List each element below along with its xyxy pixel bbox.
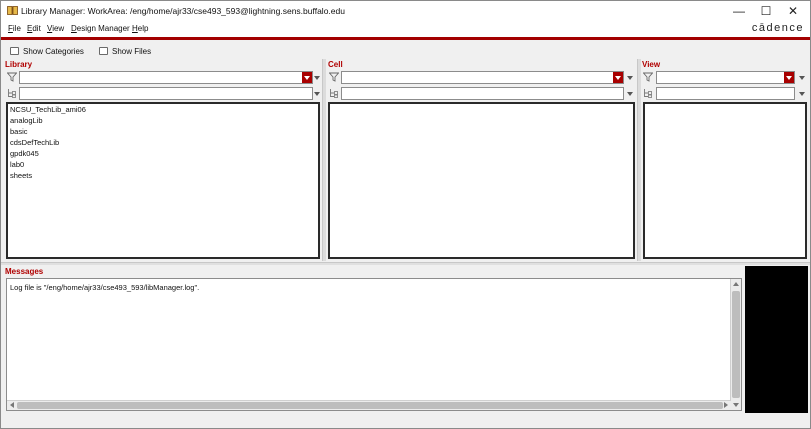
messages-vertical-scrollbar[interactable]	[730, 279, 741, 410]
scroll-up-icon[interactable]	[733, 282, 739, 286]
view-category-input[interactable]	[656, 87, 795, 100]
show-categories-label: Show Categories	[23, 46, 84, 56]
accent-divider	[1, 37, 810, 40]
close-button[interactable]: ✕	[781, 3, 805, 19]
library-list[interactable]: NCSU_TechLib_ami06 analogLib basic cdsDe…	[6, 102, 320, 259]
category-tree-icon	[644, 89, 652, 98]
title-bar[interactable]: Library Manager: WorkArea: /eng/home/ajr…	[1, 1, 810, 21]
menu-bar: File Edit View Design Manager Help cāden…	[1, 21, 810, 37]
view-filter-dropdown-button[interactable]	[784, 72, 794, 83]
show-files-toggle[interactable]: Show Files	[99, 45, 151, 57]
messages-log[interactable]: Log file is "/eng/home/ajr33/cse493_593/…	[6, 278, 742, 411]
library-manager-window: Library Manager: WorkArea: /eng/home/ajr…	[0, 0, 811, 429]
view-pane-title: View	[642, 60, 661, 69]
cell-filter-row	[329, 71, 637, 84]
cell-filter-dropdown-button[interactable]	[613, 72, 623, 83]
chevron-down-icon[interactable]	[314, 76, 320, 80]
library-item[interactable]: basic	[10, 127, 28, 136]
maximize-icon: ☐	[760, 4, 772, 18]
filter-icon	[7, 72, 17, 82]
filter-icon	[329, 72, 339, 82]
view-filter-row	[643, 71, 807, 84]
library-item[interactable]: analogLib	[10, 116, 43, 125]
menu-help[interactable]: Help	[132, 24, 148, 33]
library-pane-title: Library	[5, 60, 33, 69]
pane-splitter-messages[interactable]	[1, 262, 810, 265]
cadence-logo: cādence	[751, 22, 804, 34]
scroll-down-icon[interactable]	[733, 403, 739, 407]
maximize-button[interactable]: ☐	[754, 3, 778, 19]
close-icon: ✕	[787, 4, 799, 18]
view-category-row	[643, 87, 807, 100]
menu-view[interactable]: View	[47, 24, 64, 33]
library-category-input[interactable]	[19, 87, 313, 100]
chevron-down-icon[interactable]	[314, 92, 320, 96]
show-files-label: Show Files	[112, 46, 152, 56]
library-category-row	[7, 87, 321, 100]
book-icon	[7, 6, 18, 15]
category-tree-icon	[8, 89, 16, 98]
pane-splitter-library-cell[interactable]	[322, 59, 326, 261]
show-categories-toggle[interactable]: Show Categories	[10, 45, 84, 57]
log-message: Log file is "/eng/home/ajr33/cse493_593/…	[10, 283, 200, 292]
library-item[interactable]: lab0	[10, 160, 24, 169]
menu-file[interactable]: File	[8, 24, 21, 33]
menu-design-manager[interactable]: Design Manager	[71, 24, 130, 33]
library-filter-row	[7, 71, 321, 84]
messages-horizontal-scrollbar[interactable]	[7, 400, 731, 410]
messages-title: Messages	[5, 267, 44, 276]
cell-filter-input[interactable]	[341, 71, 624, 84]
cell-list[interactable]	[328, 102, 635, 259]
preview-panel	[745, 266, 808, 413]
show-files-checkbox[interactable]	[99, 47, 108, 55]
library-item[interactable]: NCSU_TechLib_ami06	[10, 105, 86, 114]
chevron-down-icon[interactable]	[627, 92, 633, 96]
chevron-down-icon[interactable]	[799, 92, 805, 96]
view-filter-input[interactable]	[656, 71, 795, 84]
cell-category-input[interactable]	[341, 87, 624, 100]
show-categories-checkbox[interactable]	[10, 47, 19, 55]
minimize-button[interactable]: —	[727, 3, 751, 19]
window-title: Library Manager: WorkArea: /eng/home/ajr…	[21, 6, 345, 16]
minimize-icon: —	[733, 4, 745, 18]
library-filter-dropdown-button[interactable]	[302, 72, 312, 83]
horizontal-scroll-thumb[interactable]	[17, 402, 723, 409]
filter-icon	[643, 72, 653, 82]
library-item[interactable]: cdsDefTechLib	[10, 138, 59, 147]
library-filter-input[interactable]	[19, 71, 313, 84]
vertical-scroll-thumb[interactable]	[732, 291, 740, 398]
menu-edit[interactable]: Edit	[27, 24, 41, 33]
chevron-down-icon[interactable]	[627, 76, 633, 80]
chevron-down-icon[interactable]	[799, 76, 805, 80]
cell-category-row	[329, 87, 637, 100]
library-item[interactable]: sheets	[10, 171, 32, 180]
view-list[interactable]	[643, 102, 807, 259]
scroll-right-icon[interactable]	[724, 402, 728, 408]
scroll-left-icon[interactable]	[10, 402, 14, 408]
pane-splitter-cell-view[interactable]	[637, 59, 641, 261]
cell-pane-title: Cell	[328, 60, 343, 69]
category-tree-icon	[330, 89, 338, 98]
library-item[interactable]: gpdk045	[10, 149, 39, 158]
